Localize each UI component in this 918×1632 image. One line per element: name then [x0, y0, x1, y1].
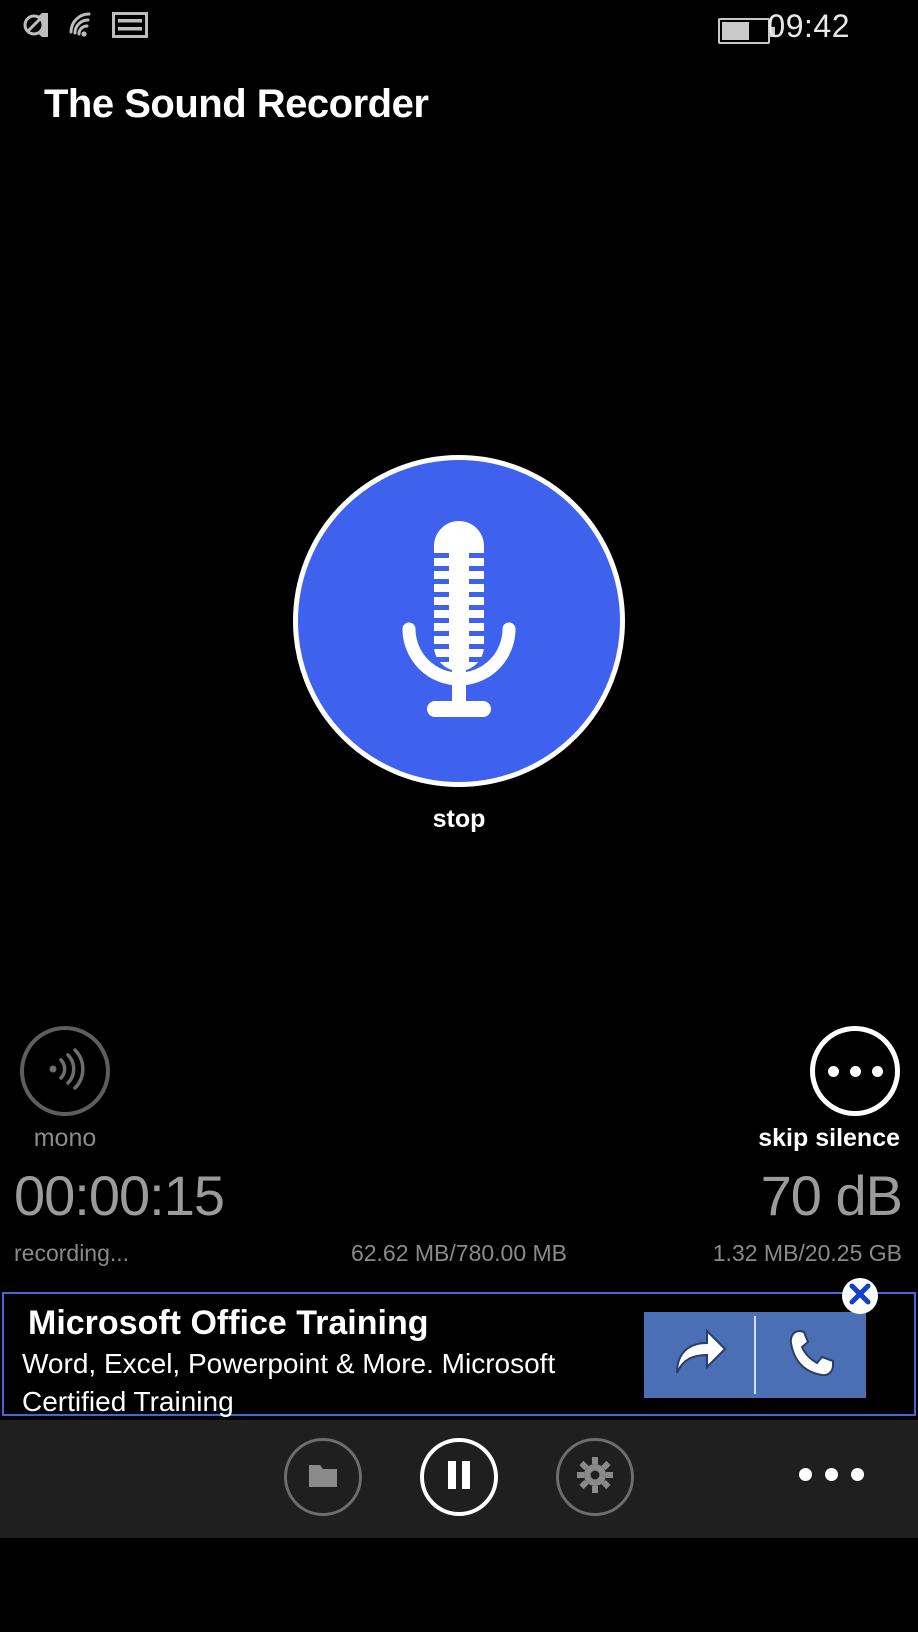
level-meter-value: 70 dB: [760, 1164, 903, 1227]
phone-screen: 09:42 The Sound Recorder stop mono skip …: [0, 0, 918, 1632]
arrow-forward-icon: [669, 1325, 729, 1386]
page-title: The Sound Recorder: [44, 82, 429, 126]
skip-silence-button[interactable]: [810, 1026, 900, 1116]
skip-silence-label: skip silence: [758, 1124, 900, 1152]
pause-button[interactable]: [420, 1438, 498, 1516]
skip-silence-control[interactable]: skip silence: [758, 1026, 900, 1153]
sim-card-icon: [112, 11, 148, 44]
mono-control[interactable]: mono: [18, 1026, 112, 1153]
microphone-icon: [379, 509, 539, 734]
ad-action-buttons[interactable]: [644, 1312, 866, 1398]
app-bar-buttons: [0, 1438, 918, 1516]
ad-call-button[interactable]: [756, 1312, 866, 1398]
pause-icon: [444, 1458, 474, 1497]
app-bar: [0, 1420, 918, 1538]
bottom-filler: [0, 1538, 918, 1632]
recordings-button[interactable]: [284, 1438, 362, 1516]
sound-waves-icon: [39, 1043, 91, 1100]
record-area: stop: [0, 455, 918, 834]
ringer-off-icon: [22, 10, 52, 45]
ad-title: Microsoft Office Training: [28, 1304, 429, 1342]
folder-icon: [304, 1456, 342, 1499]
status-clock: 09:42: [767, 8, 850, 44]
gear-icon: [576, 1456, 614, 1499]
settings-button[interactable]: [556, 1438, 634, 1516]
record-button-label: stop: [432, 805, 486, 833]
ad-close-button[interactable]: [842, 1278, 878, 1314]
app-bar-more-button[interactable]: [799, 1468, 864, 1481]
ad-visit-button[interactable]: [644, 1312, 754, 1398]
phone-icon: [784, 1325, 838, 1386]
mono-toggle-button[interactable]: [20, 1026, 110, 1116]
battery-icon: [718, 18, 775, 44]
ad-body: Word, Excel, Powerpoint & More. Microsof…: [22, 1348, 556, 1417]
recording-timer: 00:00:15: [14, 1164, 225, 1227]
status-icons: [22, 10, 148, 45]
wifi-icon: [66, 10, 98, 45]
storage-status: 1.32 MB/20.25 GB: [712, 1240, 902, 1266]
stop-record-button[interactable]: [293, 455, 625, 787]
mono-label: mono: [33, 1124, 97, 1152]
status-bar: 09:42: [0, 0, 918, 62]
ad-banner[interactable]: Microsoft Office Training Word, Excel, P…: [2, 1278, 916, 1417]
close-x-icon: [846, 1280, 874, 1313]
ellipsis-icon: [827, 1065, 883, 1077]
